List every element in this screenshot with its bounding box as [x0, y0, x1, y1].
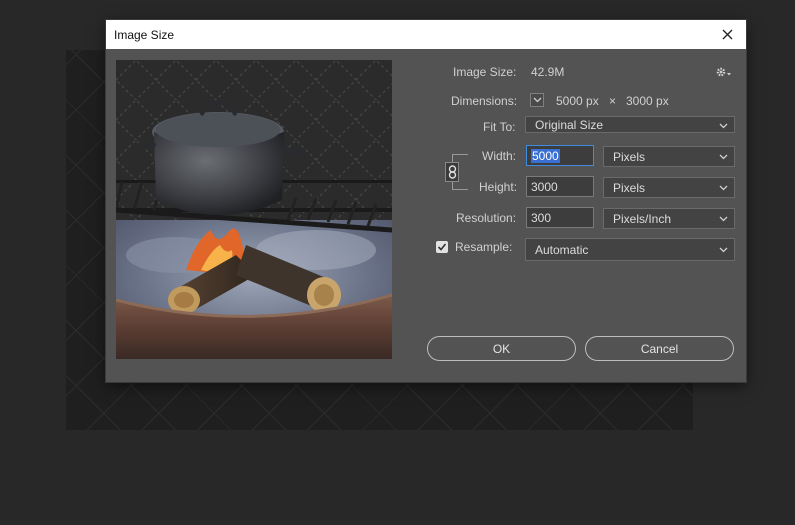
- resample-value: Automatic: [535, 242, 589, 257]
- image-preview[interactable]: [116, 60, 392, 359]
- chevron-down-icon: [719, 247, 728, 253]
- height-value: 3000: [531, 179, 558, 194]
- cancel-button[interactable]: Cancel: [585, 336, 734, 361]
- width-input[interactable]: 5000: [526, 145, 594, 166]
- dimensions-label: Dimensions:: [451, 94, 518, 108]
- height-unit-select[interactable]: Pixels: [603, 177, 735, 198]
- height-label: Height:: [479, 180, 518, 194]
- close-icon[interactable]: [718, 26, 736, 44]
- fit-to-value: Original Size: [535, 117, 604, 132]
- chevron-down-icon: [719, 154, 728, 160]
- fit-to-label: Fit To:: [483, 120, 516, 134]
- resolution-unit-value: Pixels/Inch: [613, 211, 672, 226]
- dimensions-width: 5000 px: [556, 94, 599, 108]
- width-value: 5000: [531, 148, 560, 163]
- image-size-value: 42.9M: [531, 65, 565, 79]
- fit-to-select[interactable]: Original Size: [525, 116, 735, 133]
- width-unit-value: Pixels: [613, 149, 646, 164]
- resolution-input[interactable]: 300: [526, 207, 594, 228]
- resolution-unit-select[interactable]: Pixels/Inch: [603, 208, 735, 229]
- dialog-title: Image Size: [114, 27, 175, 42]
- link-icon[interactable]: [445, 162, 459, 182]
- resample-checkbox[interactable]: [436, 241, 448, 253]
- dimensions-height: 3000 px: [626, 94, 669, 108]
- width-unit-select[interactable]: Pixels: [603, 146, 735, 167]
- chevron-down-icon: [719, 123, 728, 129]
- width-label: Width:: [482, 149, 517, 163]
- image-size-label: Image Size:: [453, 65, 517, 79]
- chevron-down-icon[interactable]: [530, 93, 544, 107]
- ok-button[interactable]: OK: [427, 336, 576, 361]
- height-unit-value: Pixels: [613, 180, 646, 195]
- chevron-down-icon: [719, 185, 728, 191]
- gear-icon[interactable]: [715, 65, 733, 79]
- image-size-dialog: Image Size Image Size: 42.9M Dimensions:…: [106, 20, 746, 382]
- resample-label: Resample:: [455, 240, 513, 254]
- resample-select[interactable]: Automatic: [525, 238, 735, 261]
- height-input[interactable]: 3000: [526, 176, 594, 197]
- chevron-down-icon: [719, 216, 728, 222]
- dimensions-separator: ×: [609, 94, 617, 108]
- resolution-label: Resolution:: [456, 211, 517, 225]
- check-icon: [437, 243, 447, 251]
- dialog-titlebar: Image Size: [106, 20, 746, 49]
- resolution-value: 300: [531, 210, 552, 225]
